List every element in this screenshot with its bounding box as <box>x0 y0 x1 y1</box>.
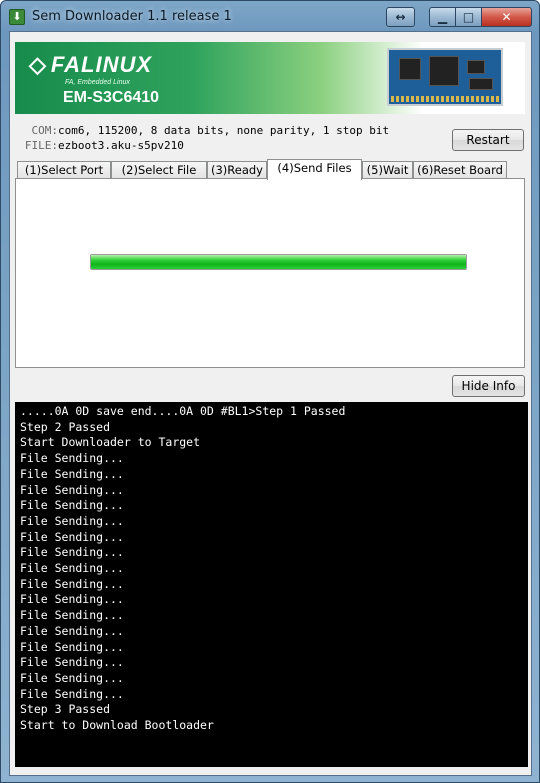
console-line: Start Downloader to Target <box>20 435 201 450</box>
board-image <box>387 48 503 106</box>
title-bar[interactable]: ⬇ Sem Downloader 1.1 release 1 ↔ ▁ □ ✕ <box>1 1 539 31</box>
tab-select-port[interactable]: (1)Select Port <box>17 161 111 179</box>
hide-info-button[interactable]: Hide Info <box>452 375 525 397</box>
chip-shape <box>399 58 421 80</box>
console-line: File Sending... <box>20 498 124 513</box>
console-line: Step 2 Passed <box>20 419 111 434</box>
tab-send-files[interactable]: (4)Send Files <box>267 159 362 180</box>
chip-shape <box>469 78 493 90</box>
minimize-icon: ▁ <box>437 10 448 24</box>
banner-model: EM-S3C6410 <box>63 89 160 106</box>
chip-shape <box>467 60 485 74</box>
window-title: Sem Downloader 1.1 release 1 <box>32 9 232 24</box>
progress-bar <box>90 254 467 270</box>
maximize-icon: □ <box>462 10 475 24</box>
console-line: .....0A 0D save end....0A 0D #BL1>Step 1… <box>20 404 346 418</box>
tab-wait[interactable]: (5)Wait <box>362 161 413 179</box>
restart-button[interactable]: Restart <box>452 129 524 151</box>
falinux-logo: ◇ FALINUX <box>29 52 152 78</box>
close-icon: ✕ <box>501 10 512 24</box>
console-line: File Sending... <box>20 686 124 701</box>
console-line: File Sending... <box>20 623 124 638</box>
console-line: Start to Download Bootloader <box>20 718 214 733</box>
console-line: File Sending... <box>20 482 124 497</box>
connection-info: COM:com6, 115200, 8 data bits, none pari… <box>20 124 389 154</box>
file-label: FILE: <box>24 139 58 152</box>
file-row: FILE:ezboot3.aku-s5pv210 <box>20 139 389 154</box>
chip-shape <box>429 56 459 86</box>
banner-tagline: FA, Embedded Linux <box>65 79 130 86</box>
resize-arrows-icon: ↔ <box>395 10 406 24</box>
step-tabs: (1)Select Port (2)Select File (3)Ready (… <box>15 159 530 180</box>
minimize-button[interactable]: ▁ <box>429 7 456 27</box>
com-value: com6, 115200, 8 data bits, none parity, … <box>58 124 390 137</box>
client-area: ◇ FALINUX FA, Embedded Linux EM-S3C6410 C… <box>9 31 532 776</box>
console-line: File Sending... <box>20 639 124 654</box>
console-line: File Sending... <box>20 561 124 576</box>
tab-ready[interactable]: (3)Ready <box>207 161 267 179</box>
app-window: ⬇ Sem Downloader 1.1 release 1 ↔ ▁ □ ✕ ◇… <box>0 0 540 783</box>
tab-select-file[interactable]: (2)Select File <box>111 161 207 179</box>
maximize-button[interactable]: □ <box>455 7 482 27</box>
console-line: File Sending... <box>20 592 124 607</box>
console-line: File Sending... <box>20 466 124 481</box>
console-line: File Sending... <box>20 608 124 623</box>
logo-text: FALINUX <box>50 52 153 77</box>
console-line: File Sending... <box>20 451 124 466</box>
download-icon[interactable]: ⬇ <box>9 9 25 25</box>
log-console[interactable]: .....0A 0D save end....0A 0D #BL1>Step 1… <box>15 402 528 767</box>
console-line: Step 3 Passed <box>20 702 111 717</box>
console-line: File Sending... <box>20 655 124 670</box>
close-button[interactable]: ✕ <box>481 7 532 27</box>
com-row: COM:com6, 115200, 8 data bits, none pari… <box>20 124 390 139</box>
resize-button[interactable]: ↔ <box>386 7 415 27</box>
progress-fill <box>91 255 466 269</box>
console-line: File Sending... <box>20 576 124 591</box>
tab-reset-board[interactable]: (6)Reset Board <box>413 161 507 179</box>
file-value: ezboot3.aku-s5pv210 <box>58 139 184 152</box>
chevron-logo-icon: ◇ <box>29 52 47 77</box>
tab-panel-send-files <box>15 178 525 368</box>
console-line: File Sending... <box>20 545 124 560</box>
console-line: File Sending... <box>20 529 124 544</box>
console-line: File Sending... <box>20 670 124 685</box>
board-pins <box>391 96 499 102</box>
banner: ◇ FALINUX FA, Embedded Linux EM-S3C6410 <box>15 42 525 114</box>
console-line: File Sending... <box>20 513 124 528</box>
com-label: COM: <box>31 124 59 137</box>
